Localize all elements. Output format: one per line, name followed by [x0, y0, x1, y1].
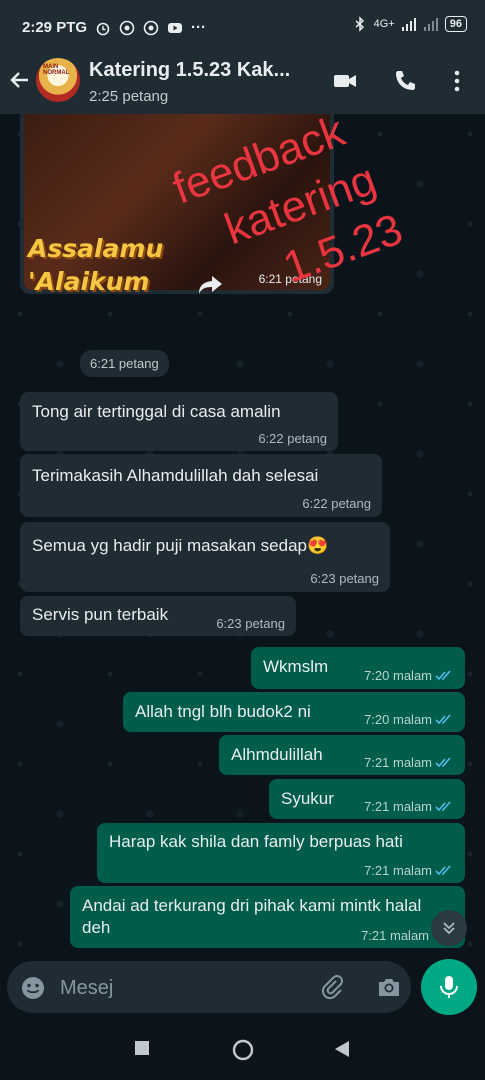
message-bubble-in[interactable]: Servis pun terbaik 6:23 petang: [20, 596, 296, 636]
message-text: Wkmslm: [263, 657, 329, 676]
read-receipt-icon: [435, 669, 451, 680]
message-bubble-out[interactable]: Syukur 7:21 malam: [269, 779, 465, 819]
message-text: Harap kak shila dan famly berpuas hati: [109, 832, 403, 851]
message-text: Syukur: [281, 789, 334, 808]
emoji-icon[interactable]: [20, 975, 46, 1001]
message-text: Tong air tertinggal di casa amalin: [32, 402, 281, 421]
message-time: 6:22 petang: [258, 431, 327, 446]
message-time: 6:23 petang: [310, 571, 379, 586]
message-bubble-out[interactable]: Harap kak shila dan famly berpuas hati 7…: [97, 823, 465, 883]
message-bubble-in[interactable]: Terimakasih Alhamdulillah dah selesai 6:…: [20, 454, 382, 517]
sticker-line-1: Assalamu: [28, 234, 164, 263]
camera-icon[interactable]: [376, 974, 402, 1000]
message-time: 7:21 malam: [364, 799, 432, 814]
message-bubble-out[interactable]: Alhmdulillah 7:21 malam: [219, 735, 465, 775]
avatar-text: MAIN NORMAL: [43, 64, 70, 76]
message-input[interactable]: Mesej: [60, 977, 113, 1000]
double-chevron-down-icon: [443, 922, 455, 935]
read-receipt-icon: [435, 713, 451, 724]
message-time: 7:21 malam: [361, 928, 429, 943]
alarm-icon: [96, 22, 110, 35]
youtube-icon: [168, 22, 183, 33]
message-time: 7:21 malam: [364, 755, 432, 770]
back-nav-icon[interactable]: [334, 1040, 350, 1058]
read-receipt-icon: [435, 864, 451, 875]
message-text: Allah tngl blh budok2 ni: [135, 702, 311, 721]
network-label: 4G+: [373, 18, 395, 30]
video-call-icon[interactable]: [332, 68, 358, 94]
chat-area[interactable]: 6:21 petang Assalamu 'Alaikum 6:21 petan…: [0, 114, 485, 960]
sticker-line-2: 'Alaikum: [28, 267, 150, 296]
scroll-to-bottom-button[interactable]: [431, 910, 467, 946]
more-notifications-icon: ···: [191, 19, 207, 36]
signal-icon: [401, 18, 416, 31]
back-arrow-icon[interactable]: [8, 68, 32, 92]
message-bubble-in[interactable]: Semua yg hadir puji masakan sedap😍 6:23 …: [20, 522, 390, 592]
recent-apps-icon[interactable]: [134, 1040, 150, 1056]
phone-call-icon[interactable]: [392, 68, 418, 94]
status-time: 2:29 PTG: [22, 19, 88, 36]
signal-icon-2: [423, 18, 438, 31]
chat-header: MAIN NORMAL Katering 1.5.23 Kak... 2:25 …: [0, 44, 485, 114]
chrome-icon: [119, 20, 135, 35]
message-time: 7:20 malam: [364, 668, 432, 683]
message-input-bar[interactable]: Mesej: [7, 961, 411, 1013]
battery-indicator: 96: [444, 16, 467, 32]
system-nav-bar: [0, 1020, 485, 1080]
message-bubble-in[interactable]: Tong air tertinggal di casa amalin 6:22 …: [20, 392, 338, 451]
read-receipt-icon: [435, 756, 451, 767]
attach-icon[interactable]: [319, 974, 345, 1000]
message-bubble-out[interactable]: Allah tngl blh budok2 ni 7:20 malam: [123, 692, 465, 732]
message-bubble-out[interactable]: Andai ad terkurang dri pihak kami mintk …: [70, 886, 465, 948]
message-time: 6:23 petang: [216, 616, 285, 631]
message-time: 7:20 malam: [364, 712, 432, 727]
message-text: Terimakasih Alhamdulillah dah selesai: [32, 466, 319, 485]
read-receipt-icon: [435, 800, 451, 811]
message-time: 6:22 petang: [302, 496, 371, 511]
more-options-icon[interactable]: [444, 68, 470, 94]
message-text: Alhmdulillah: [231, 745, 323, 764]
microphone-icon: [440, 976, 458, 998]
message-time: 7:21 malam: [364, 863, 432, 878]
chrome-icon-2: [143, 20, 159, 35]
sticker-time: 6:21 petang: [80, 350, 169, 377]
sticker-message[interactable]: Assalamu 'Alaikum: [28, 232, 178, 307]
voice-message-button[interactable]: [421, 959, 477, 1015]
message-bubble-out[interactable]: Wkmslm 7:20 malam: [251, 647, 465, 689]
message-text: Semua yg hadir puji masakan sedap😍: [32, 536, 329, 555]
message-text: Servis pun terbaik: [32, 605, 169, 624]
group-avatar[interactable]: MAIN NORMAL: [36, 58, 80, 102]
chat-title[interactable]: Katering 1.5.23 Kak...: [89, 59, 290, 82]
home-icon[interactable]: [232, 1039, 254, 1061]
chat-subtitle: 2:25 petang: [89, 88, 169, 105]
bluetooth-icon: [355, 16, 364, 32]
